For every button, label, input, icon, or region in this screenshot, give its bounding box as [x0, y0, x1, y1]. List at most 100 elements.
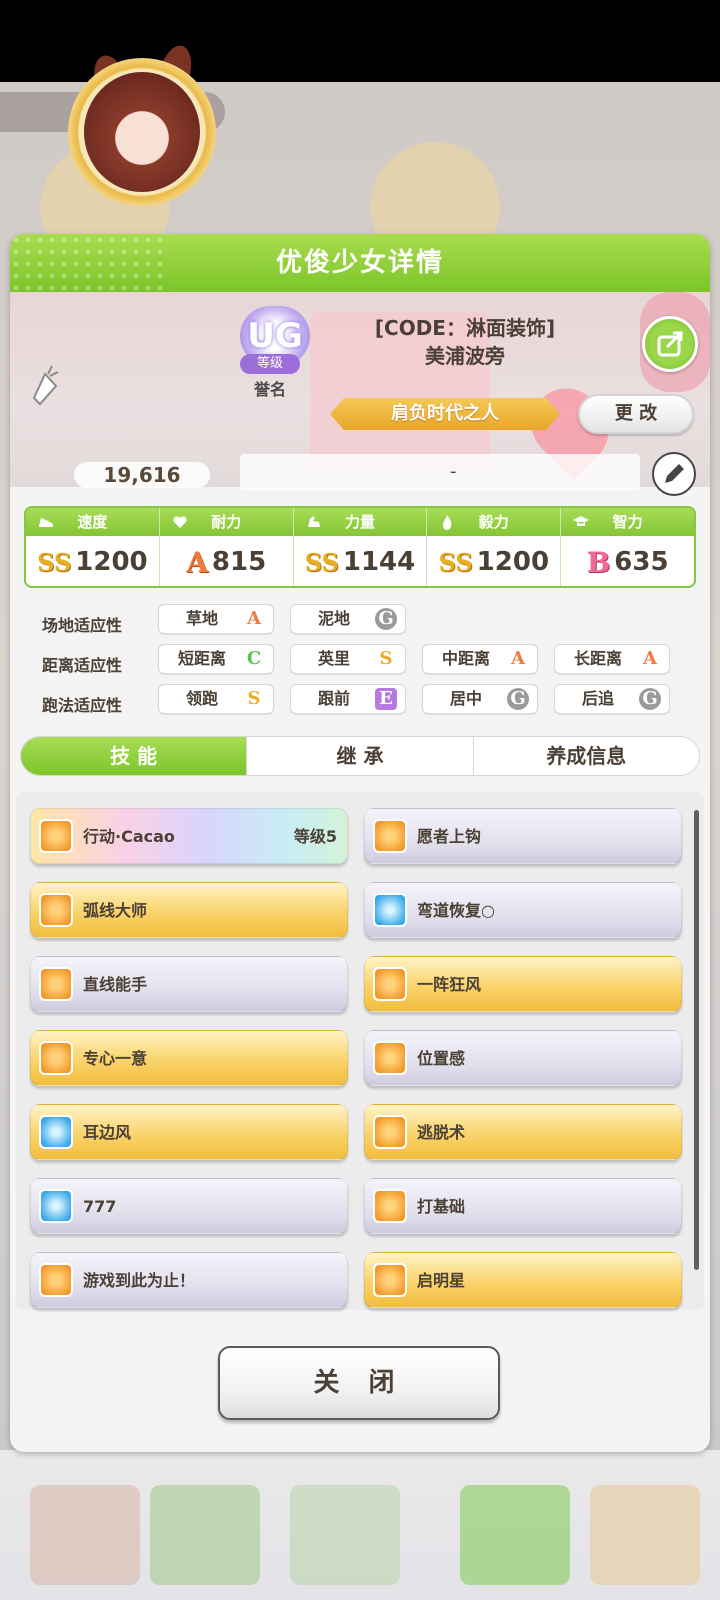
character-name: 美浦波旁	[425, 344, 505, 368]
stat-grade: B	[586, 545, 611, 579]
style-aptitude-label: 跑法适应性	[42, 696, 123, 715]
aptitude-name: 英里	[317, 649, 350, 668]
speed-skill-icon	[39, 1041, 73, 1075]
detail-tabs: 技 能 继 承 养成信息	[20, 736, 700, 776]
aptitude-betweener: 居中 G	[422, 684, 538, 714]
aptitude-grade: A	[247, 608, 261, 629]
skill-name: 行动·Cacao	[83, 827, 175, 846]
aptitude-long: 长距离 A	[554, 644, 670, 674]
aptitude-name: 草地	[185, 609, 218, 628]
edit-comment-button[interactable]	[652, 452, 696, 496]
stat-stamina: 耐力 A 815	[159, 508, 294, 586]
skill-card[interactable]: 游戏到此为止！	[30, 1252, 348, 1308]
skill-card[interactable]: 启明星	[364, 1252, 682, 1308]
aptitude-name: 中距离	[441, 649, 490, 668]
aptitude-grade: G	[507, 688, 529, 710]
close-button[interactable]: 关 闭	[218, 1346, 500, 1420]
aptitude-name: 泥地	[317, 609, 350, 628]
stat-grade: A	[186, 545, 208, 579]
aptitude-grade: G	[375, 608, 397, 630]
rank-tag: 等级	[240, 354, 300, 374]
stat-value: 1200	[75, 547, 148, 577]
skill-name: 专心一意	[83, 1049, 148, 1068]
stat-header: 力量	[293, 508, 427, 536]
stat-speed: 速度 SS 1200	[26, 508, 160, 586]
stat-value: 1144	[342, 547, 416, 577]
skill-card[interactable]: 弧线大师	[30, 882, 348, 938]
stat-label: 力量	[344, 513, 375, 531]
speed-skill-icon	[39, 819, 73, 853]
aptitude-name: 跟前	[317, 689, 350, 708]
recovery-skill-icon	[39, 1189, 73, 1223]
skill-name: 打基础	[417, 1197, 466, 1216]
skill-name: 逃脱术	[417, 1123, 466, 1142]
speed-skill-icon	[373, 1189, 407, 1223]
graduation-cap-icon	[573, 516, 590, 526]
aptitude-name: 短距离	[177, 649, 226, 668]
skill-card[interactable]: 逃脱术	[364, 1104, 682, 1160]
background-nav-tile	[150, 1485, 260, 1585]
aptitude-medium: 中距离 A	[422, 644, 538, 674]
stat-header: 耐力	[159, 508, 293, 536]
aptitude-runner: 领跑 S	[158, 684, 274, 714]
avatar[interactable]	[84, 72, 200, 192]
aptitude-grade: A	[511, 648, 525, 669]
skill-name: 弯道恢复○	[417, 901, 495, 920]
skill-card[interactable]: 耳边风	[30, 1104, 348, 1160]
share-icon	[657, 331, 683, 357]
skill-card[interactable]: 弯道恢复○	[364, 882, 682, 938]
skill-card[interactable]: 专心一意	[30, 1030, 348, 1086]
aptitude-name: 领跑	[185, 689, 218, 708]
aptitude-grade: S	[247, 688, 261, 709]
background-nav-tile	[590, 1485, 700, 1585]
costume-code: [CODE：淋面装饰]	[374, 316, 556, 340]
skill-card[interactable]: 一阵狂风	[364, 956, 682, 1012]
muscle-icon	[307, 516, 320, 527]
speed-skill-icon	[373, 1115, 407, 1149]
tab-inheritance[interactable]: 继 承	[247, 737, 474, 775]
skill-card[interactable]: 777	[30, 1178, 348, 1234]
share-button[interactable]	[642, 316, 698, 372]
aptitude-chaser: 后追 G	[554, 684, 670, 714]
header-pattern	[10, 234, 170, 292]
stat-value: 635	[614, 547, 669, 577]
aptitude-name: 长距离	[573, 649, 622, 668]
stat-header: 毅力	[427, 508, 561, 536]
aptitude-sprint: 短距离 C	[158, 644, 274, 674]
field-aptitude-label: 场地适应性	[42, 616, 123, 635]
skill-name: 游戏到此为止！	[83, 1271, 196, 1290]
speed-skill-icon	[39, 1263, 73, 1297]
speed-skill-icon	[39, 967, 73, 1001]
skill-card[interactable]: 愿者上钩	[364, 808, 682, 864]
skill-card[interactable]: 行动·Cacao 等级5	[30, 808, 348, 864]
skill-name: 愿者上钩	[417, 827, 482, 846]
skill-card[interactable]: 位置感	[364, 1030, 682, 1086]
skill-name: 弧线大师	[83, 901, 148, 920]
speed-skill-icon	[373, 1041, 407, 1075]
speed-skill-icon	[373, 967, 407, 1001]
heart-icon	[173, 516, 187, 528]
tab-skills[interactable]: 技 能	[21, 737, 248, 775]
skill-level: 等级5	[293, 827, 337, 846]
background-nav-tile	[290, 1485, 400, 1585]
distance-aptitude-label: 距离适应性	[42, 656, 123, 675]
change-title-button[interactable]: 更 改	[578, 394, 694, 434]
stat-guts: 毅力 SS 1200	[427, 508, 562, 586]
aptitude-leader: 跟前 E	[290, 684, 406, 714]
skill-name: 直线能手	[83, 975, 148, 994]
title-banner: 肩负时代之人	[330, 398, 560, 430]
skill-name: 耳边风	[83, 1123, 132, 1142]
background-nav-tile	[30, 1485, 140, 1585]
speed-skill-icon	[373, 1263, 407, 1297]
stat-wisdom: 智力 B 635	[561, 508, 694, 586]
skill-card[interactable]: 打基础	[364, 1178, 682, 1234]
tab-training-info[interactable]: 养成信息	[474, 737, 699, 775]
skill-card[interactable]: 直线能手	[30, 956, 348, 1012]
stat-grade: SS	[438, 547, 473, 577]
skill-name: 777	[83, 1197, 117, 1216]
speed-skill-icon	[39, 893, 73, 927]
skills-scrollbar[interactable]	[694, 810, 699, 1270]
aptitude-grade: G	[639, 688, 661, 710]
stat-value: 1200	[476, 547, 550, 577]
dialog-header: 优俊少女详情	[10, 234, 710, 292]
